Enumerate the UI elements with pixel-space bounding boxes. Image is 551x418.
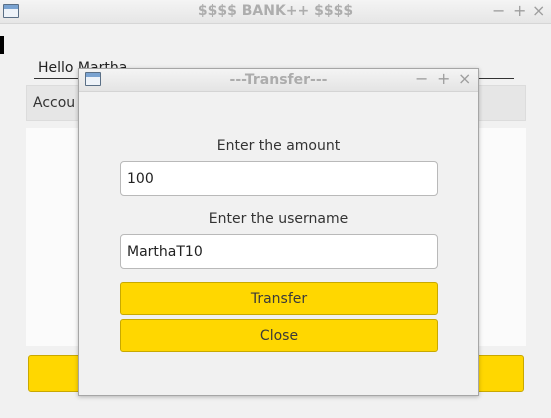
close-button[interactable]: Close xyxy=(120,319,438,352)
close-icon[interactable]: × xyxy=(532,1,545,21)
main-window-title: $$$$ BANK++ $$$$ xyxy=(197,3,354,19)
username-input[interactable] xyxy=(120,234,438,269)
minimize-icon[interactable]: − xyxy=(415,69,428,89)
edge-marker xyxy=(0,36,4,54)
accounts-header-label: Accou xyxy=(33,95,76,111)
transfer-dialog: ---Transfer--- − + × Enter the amount En… xyxy=(78,68,479,396)
maximize-icon[interactable]: + xyxy=(437,69,450,89)
minimize-icon[interactable]: − xyxy=(492,1,505,21)
close-icon[interactable]: × xyxy=(458,69,471,89)
maximize-icon[interactable]: + xyxy=(513,1,526,21)
amount-input[interactable] xyxy=(120,161,438,196)
transfer-dialog-titlebar: ---Transfer--- − + × xyxy=(79,69,478,92)
main-window-titlebar: $$$$ BANK++ $$$$ − + × xyxy=(0,0,551,24)
username-label: Enter the username xyxy=(208,211,349,227)
transfer-button[interactable]: Transfer xyxy=(120,282,438,315)
amount-label: Enter the amount xyxy=(216,138,341,154)
